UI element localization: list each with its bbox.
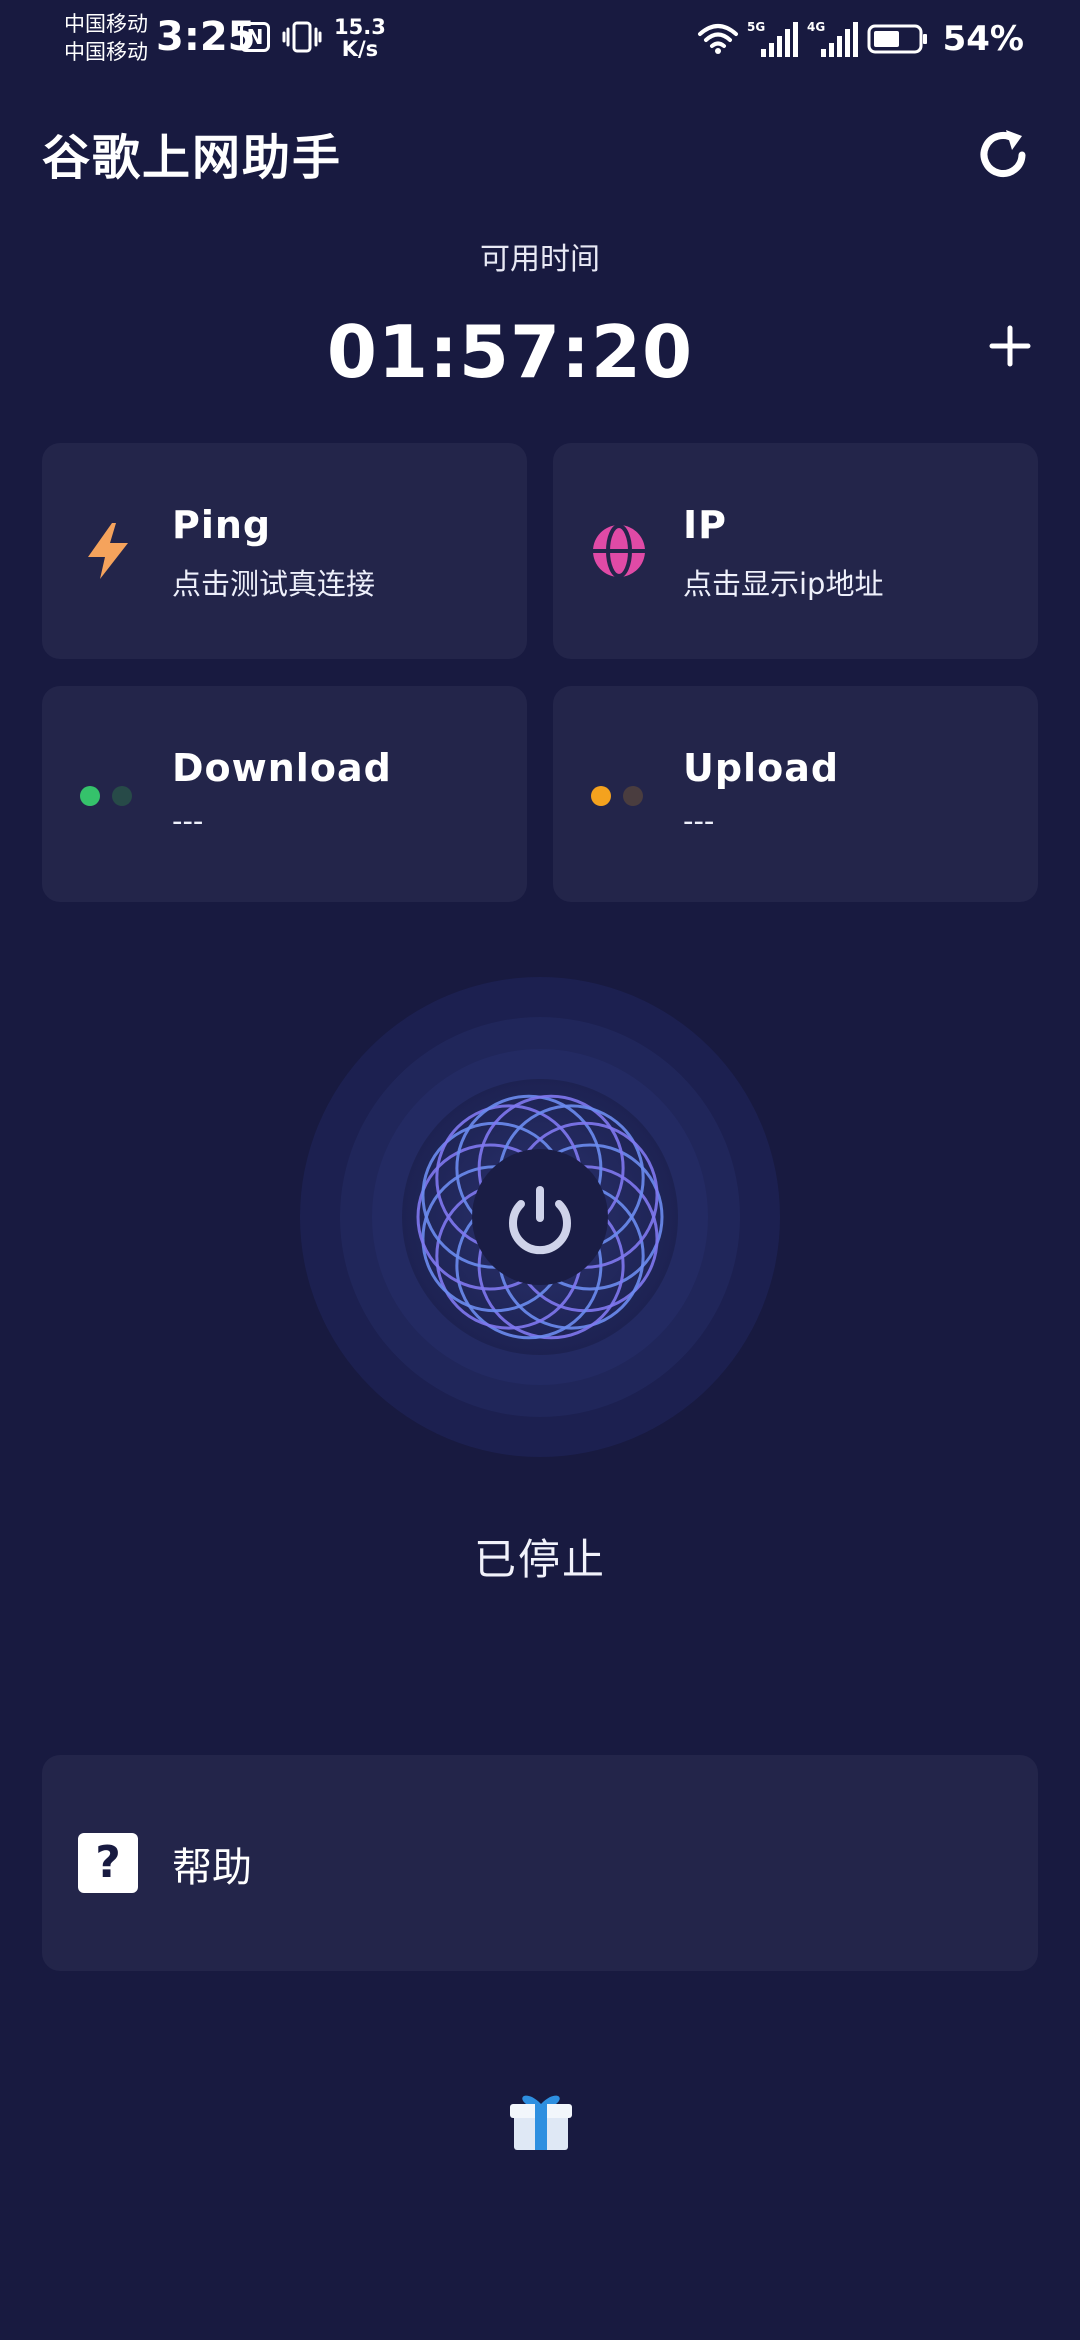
download-card: Download --- — [42, 686, 527, 902]
carrier-1: 中国移动 — [64, 12, 148, 36]
upload-card: Upload --- — [553, 686, 1038, 902]
battery-icon — [867, 24, 927, 54]
download-dot-active — [80, 786, 100, 806]
ping-title: Ping — [172, 503, 272, 547]
ip-subtitle: 点击显示ip地址 — [683, 567, 884, 601]
status-icons: 5G 4G 54% — [697, 14, 1024, 64]
sig2-label: 4G — [807, 20, 825, 34]
signal-5g-icon: 5G — [747, 20, 798, 57]
ip-card[interactable]: IP 点击显示ip地址 — [553, 443, 1038, 659]
ping-card[interactable]: Ping 点击测试真连接 — [42, 443, 527, 659]
help-label: 帮助 — [172, 1845, 252, 1891]
plus-icon[interactable] — [986, 322, 1034, 370]
upload-dot-inactive — [623, 786, 643, 806]
help-card[interactable]: ? 帮助 — [42, 1755, 1038, 1971]
question-icon: ? — [78, 1833, 138, 1893]
refresh-icon[interactable] — [972, 124, 1034, 186]
wifi-icon — [697, 24, 738, 54]
vibrate-icon — [282, 21, 322, 53]
ping-subtitle: 点击测试真连接 — [172, 567, 376, 601]
signal-4g-icon: 4G — [807, 20, 858, 57]
download-value: --- — [172, 804, 204, 838]
upload-value: --- — [683, 804, 715, 838]
gift-icon[interactable] — [508, 2088, 574, 2152]
lightning-icon — [88, 523, 128, 579]
connection-status: 已停止 — [473, 1535, 606, 1584]
net-speed-value: 15.3 — [334, 15, 386, 39]
download-dot-inactive — [112, 786, 132, 806]
app-title: 谷歌上网助手 — [42, 130, 343, 186]
download-title: Download — [172, 746, 392, 790]
available-time-label: 可用时间 — [480, 242, 600, 277]
net-speed: 15.3 K/s — [334, 16, 386, 60]
remaining-time: 01:57:20 — [326, 310, 694, 394]
power-button[interactable] — [298, 972, 782, 1462]
download-dots-icon — [80, 786, 140, 808]
nfc-icon: N — [240, 22, 270, 52]
battery-percent: 54% — [942, 19, 1024, 59]
status-bar: 中国移动 中国移动 3:25 N 15.3 K/s 5G 4G 54% — [0, 0, 1080, 80]
ip-title: IP — [683, 503, 727, 547]
net-speed-unit: K/s — [341, 37, 379, 61]
globe-icon — [593, 524, 645, 578]
upload-title: Upload — [683, 746, 840, 790]
carrier-2: 中国移动 — [64, 40, 148, 64]
carrier-names: 中国移动 中国移动 — [64, 10, 148, 66]
sig1-label: 5G — [747, 20, 765, 34]
upload-dots-icon — [591, 786, 651, 808]
upload-dot-active — [591, 786, 611, 806]
